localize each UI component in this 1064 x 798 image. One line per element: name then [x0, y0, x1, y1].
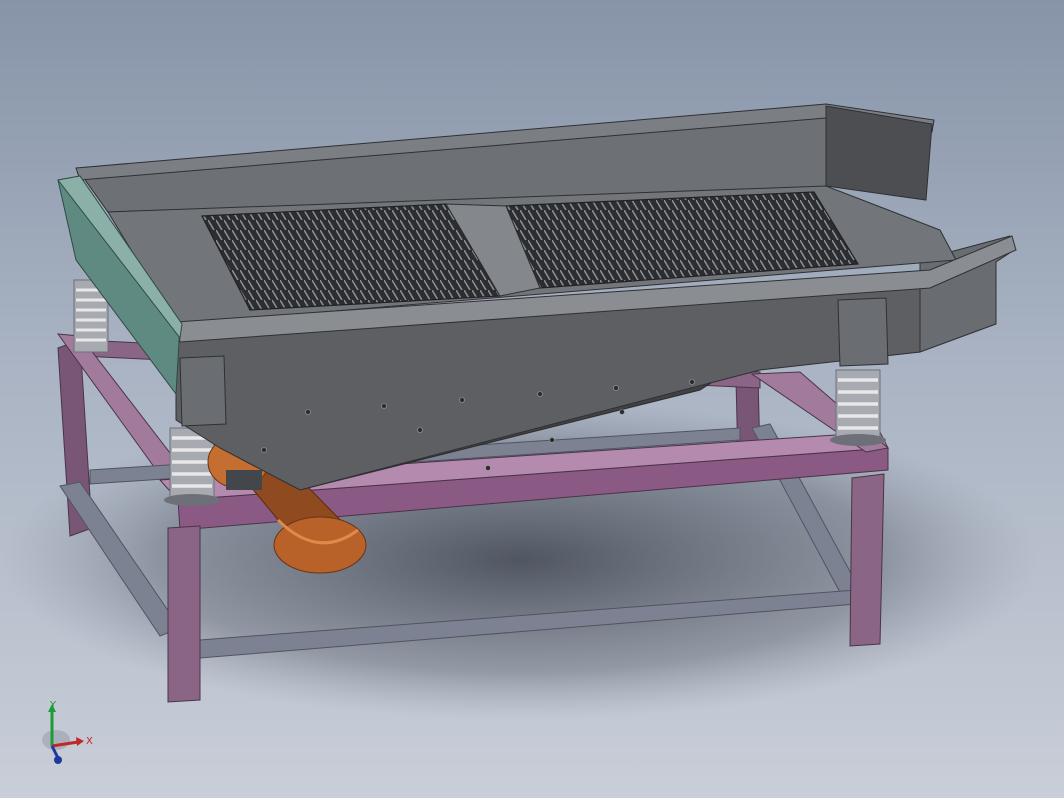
frame-leg-front-left	[167, 525, 201, 703]
triad-x-arrow	[76, 737, 84, 746]
triad-z-arrow	[54, 756, 62, 764]
triad-plane	[42, 730, 70, 750]
frame-leg-front-right	[849, 473, 885, 647]
bracket-front-right	[837, 297, 889, 367]
triad-x-label: X	[86, 736, 93, 747]
graphics-viewport[interactable]: Y X	[0, 0, 1064, 798]
view-triad[interactable]: Y X	[38, 700, 98, 770]
bracket-front-left	[179, 355, 227, 427]
vibrating-screen-model[interactable]	[0, 0, 1064, 798]
triad-y-label: Y	[49, 700, 57, 711]
screen-panel-right[interactable]	[505, 191, 860, 289]
spring-front-right	[830, 369, 886, 446]
